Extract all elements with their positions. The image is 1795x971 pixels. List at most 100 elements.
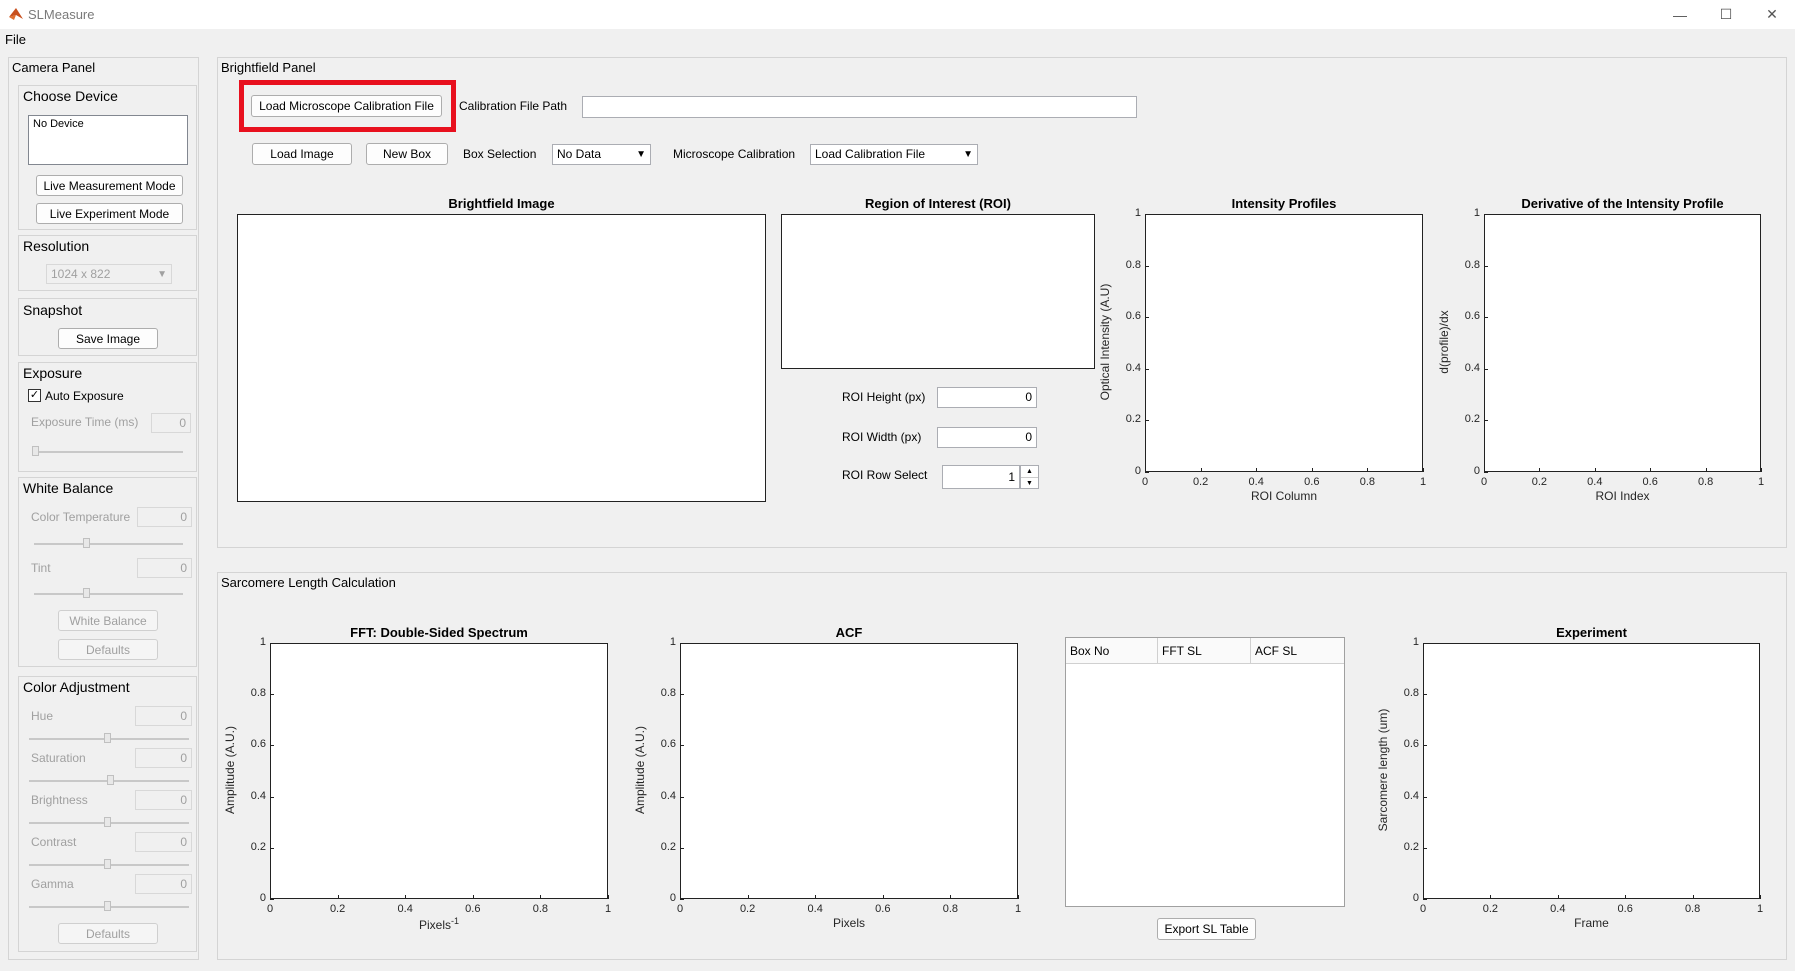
tint-slider-thumb[interactable] bbox=[83, 588, 90, 598]
triangle-down-icon: ▼ bbox=[963, 149, 973, 160]
chart-4-xtick-mark bbox=[1490, 895, 1492, 899]
roi-row-spinner[interactable]: ▲ ▼ bbox=[1020, 465, 1039, 489]
white-balance-button[interactable]: White Balance bbox=[58, 610, 158, 631]
chart-1-ytick-label: 0 bbox=[1473, 465, 1480, 477]
chart-2-xtick-mark bbox=[405, 895, 407, 899]
chart-3-xtick-label: 0.6 bbox=[875, 903, 891, 915]
chart-0-xtick-mark bbox=[1311, 468, 1313, 472]
minimize-button[interactable]: — bbox=[1657, 0, 1703, 29]
color-adjustment-title: Color Adjustment bbox=[23, 679, 130, 695]
gamma-field[interactable]: 0 bbox=[135, 874, 192, 894]
chart-0-ytick-label: 0 bbox=[1134, 465, 1141, 477]
chart-1-xtick-mark bbox=[1705, 468, 1707, 472]
contrast-field[interactable]: 0 bbox=[135, 832, 192, 852]
live-experiment-button[interactable]: Live Experiment Mode bbox=[36, 203, 183, 224]
checkmark-icon: ✓ bbox=[29, 389, 40, 401]
brightness-slider-thumb[interactable] bbox=[104, 817, 111, 827]
exposure-time-field[interactable]: 0 bbox=[151, 413, 191, 433]
chart-1-ytick-label: 0.4 bbox=[1464, 361, 1480, 374]
close-icon: ✕ bbox=[1766, 6, 1778, 22]
auto-exposure-label: Auto Exposure bbox=[45, 389, 124, 403]
maximize-button[interactable]: ☐ bbox=[1703, 0, 1749, 29]
menu-file[interactable]: File bbox=[5, 32, 26, 47]
brightness-label: Brightness bbox=[31, 793, 88, 807]
chart-2-ytick-mark bbox=[270, 745, 274, 747]
device-list-item[interactable]: No Device bbox=[33, 118, 84, 130]
calibration-path-field[interactable] bbox=[582, 96, 1137, 118]
exposure-time-label: Exposure Time (ms) bbox=[31, 415, 139, 429]
load-image-button[interactable]: Load Image bbox=[252, 143, 352, 165]
saturation-slider-thumb[interactable] bbox=[107, 775, 114, 785]
calibration-path-label: Calibration File Path bbox=[459, 99, 568, 113]
chart-1-axes[interactable] bbox=[1484, 214, 1761, 472]
tint-field[interactable]: 0 bbox=[137, 558, 192, 578]
chart-3-ytick-label: 0.4 bbox=[660, 789, 676, 802]
new-box-button[interactable]: New Box bbox=[366, 143, 448, 165]
color-temperature-slider[interactable] bbox=[34, 543, 183, 545]
auto-exposure-checkbox[interactable]: ✓ bbox=[28, 389, 41, 402]
chart-2-axes[interactable] bbox=[270, 643, 608, 899]
chart-0-title: Intensity Profiles bbox=[1231, 196, 1337, 211]
color-temperature-field[interactable]: 0 bbox=[137, 507, 192, 527]
color-temperature-slider-thumb[interactable] bbox=[83, 538, 90, 548]
chart-2-ytick-mark bbox=[270, 847, 274, 849]
contrast-slider-thumb[interactable] bbox=[104, 859, 111, 869]
chart-1-ytick-mark bbox=[1484, 265, 1488, 267]
spin-down-icon[interactable]: ▼ bbox=[1021, 478, 1038, 489]
table-header-fft-sl[interactable]: FFT SL bbox=[1158, 638, 1251, 663]
hue-slider-thumb[interactable] bbox=[104, 733, 111, 743]
chart-2-xtick-label: 0 bbox=[266, 903, 274, 915]
sl-table-header: Box No FFT SL ACF SL bbox=[1066, 638, 1344, 664]
white-balance-defaults-button[interactable]: Defaults bbox=[58, 639, 158, 660]
roi-width-field[interactable]: 0 bbox=[937, 427, 1037, 448]
chart-1-ytick-label: 0.2 bbox=[1464, 413, 1480, 426]
resolution-dropdown[interactable]: 1024 x 822 ▼ bbox=[46, 264, 172, 284]
chart-2-ytick-label: 0.6 bbox=[250, 738, 266, 751]
roi-height-field[interactable]: 0 bbox=[937, 387, 1037, 408]
brightfield-panel-title: Brightfield Panel bbox=[221, 60, 316, 75]
chart-0-axes[interactable] bbox=[1145, 214, 1423, 472]
load-calibration-button[interactable]: Load Microscope Calibration File bbox=[251, 95, 442, 117]
saturation-field[interactable]: 0 bbox=[135, 748, 192, 768]
device-list[interactable]: No Device bbox=[28, 115, 188, 165]
chart-0-ytick-label: 0.2 bbox=[1125, 413, 1141, 426]
close-button[interactable]: ✕ bbox=[1749, 0, 1795, 29]
tint-slider[interactable] bbox=[34, 593, 183, 595]
gamma-slider-thumb[interactable] bbox=[104, 901, 111, 911]
hue-field[interactable]: 0 bbox=[135, 706, 192, 726]
chart-4-axes[interactable] bbox=[1423, 643, 1760, 899]
chart-2-xtick-label: 1 bbox=[604, 903, 612, 915]
roi-row-field[interactable]: 1 bbox=[942, 465, 1020, 489]
brightness-field[interactable]: 0 bbox=[135, 790, 192, 810]
export-sl-table-button[interactable]: Export SL Table bbox=[1157, 918, 1256, 940]
chart-3-xtick-label: 0.8 bbox=[942, 903, 959, 915]
brightfield-image-axes[interactable] bbox=[237, 214, 766, 502]
chart-2-xtick-mark bbox=[608, 895, 609, 899]
box-selection-dropdown[interactable]: No Data ▼ bbox=[552, 144, 651, 165]
chart-1-xtick-label: 0.6 bbox=[1642, 476, 1658, 488]
chart-1-xtick-mark bbox=[1539, 468, 1541, 472]
chart-3-xtick-mark bbox=[882, 895, 884, 899]
saturation-label: Saturation bbox=[31, 751, 86, 765]
spin-up-icon[interactable]: ▲ bbox=[1021, 466, 1038, 478]
chart-3-ytick-mark bbox=[680, 745, 684, 747]
exposure-slider[interactable] bbox=[34, 451, 183, 453]
live-measurement-button[interactable]: Live Measurement Mode bbox=[36, 175, 183, 196]
chart-2-ytick-label: 0.4 bbox=[250, 789, 266, 802]
chart-3-ylabel: Amplitude (A.U.) bbox=[633, 725, 647, 815]
chart-4-ytick-label: 1 bbox=[1412, 636, 1419, 648]
microscope-calibration-dropdown[interactable]: Load Calibration File ▼ bbox=[810, 144, 978, 165]
save-image-button[interactable]: Save Image bbox=[58, 328, 158, 349]
chart-3-ytick-mark bbox=[680, 899, 684, 900]
roi-axes[interactable] bbox=[781, 214, 1095, 369]
table-header-box-no[interactable]: Box No bbox=[1066, 638, 1158, 663]
chart-4-ytick-mark bbox=[1423, 745, 1427, 747]
color-adjustment-defaults-button[interactable]: Defaults bbox=[58, 923, 158, 944]
table-header-acf-sl[interactable]: ACF SL bbox=[1251, 638, 1344, 663]
sl-table[interactable]: Box No FFT SL ACF SL bbox=[1065, 637, 1345, 907]
chart-4-xtick-mark bbox=[1760, 895, 1761, 899]
chart-3-ytick-label: 0.8 bbox=[660, 687, 676, 700]
exposure-slider-thumb[interactable] bbox=[32, 446, 39, 456]
chart-0-ytick-label: 0.4 bbox=[1125, 361, 1141, 374]
chart-3-axes[interactable] bbox=[680, 643, 1018, 899]
